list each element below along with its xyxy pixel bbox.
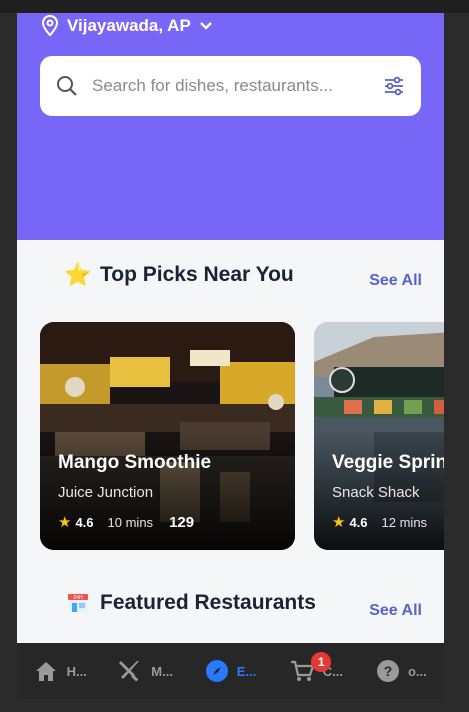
section-title: Featured Restaurants xyxy=(100,591,316,614)
nav-item-menu[interactable]: M... xyxy=(102,643,187,699)
see-all-link[interactable]: See All xyxy=(369,272,422,290)
dish-name: Veggie Spring Rolls xyxy=(332,452,444,473)
help-icon: ? xyxy=(376,660,399,682)
bottom-bar xyxy=(0,699,469,712)
location-selector[interactable]: Vijayawada, AP xyxy=(41,15,213,37)
status-bar xyxy=(0,0,469,13)
home-icon xyxy=(35,662,56,681)
star-icon: ★ xyxy=(332,514,346,531)
location-label: Vijayawada, AP xyxy=(67,16,191,35)
svg-text:24H: 24H xyxy=(73,595,83,601)
search-bar xyxy=(40,56,421,116)
nav-label: H... xyxy=(66,663,87,679)
see-all-link[interactable]: See All xyxy=(369,602,422,620)
star-icon: ★ xyxy=(58,514,72,531)
nav-label: E... xyxy=(236,663,257,679)
filter-sliders-icon[interactable] xyxy=(383,76,405,96)
compass-icon xyxy=(205,660,228,682)
top-picks-carousel[interactable]: Mango Smoothie Juice Junction ★ 4.6 10 m… xyxy=(40,322,444,550)
map-pin-icon xyxy=(41,15,59,37)
dish-name: Mango Smoothie xyxy=(58,452,212,473)
search-icon xyxy=(57,76,77,96)
nav-label: o... xyxy=(407,663,427,679)
delivery-time: 10 mins xyxy=(107,514,154,530)
food-card[interactable]: Mango Smoothie Juice Junction ★ 4.6 10 m… xyxy=(40,322,295,550)
nav-item-explore[interactable]: E... xyxy=(188,643,273,699)
card-meta: ★ 4.6 10 mins 129 xyxy=(58,513,195,532)
bottom-nav: H... M... E... 1 C... ? o... xyxy=(17,643,444,699)
price-value: 129 xyxy=(169,513,195,531)
app-screen: Vijayawada, AP ⭐ Top Picks Near You xyxy=(17,13,444,643)
section-title: Top Picks Near You xyxy=(100,263,294,286)
utensils-icon xyxy=(119,661,140,682)
hero-header: Vijayawada, AP xyxy=(17,13,444,240)
restaurant-name: Snack Shack xyxy=(332,484,420,501)
chevron-down-icon xyxy=(199,22,212,30)
svg-text:?: ? xyxy=(384,663,393,679)
delivery-time: 12 mins xyxy=(381,514,428,530)
store-icon: 24H xyxy=(65,590,91,616)
rating-value: 4.6 xyxy=(75,514,94,530)
rating-value: 4.6 xyxy=(349,514,368,530)
food-card[interactable]: Veggie Spring Rolls Snack Shack ★ 4.6 12… xyxy=(314,322,444,550)
card-meta: ★ 4.6 12 mins xyxy=(332,513,443,531)
nav-item-home[interactable]: H... xyxy=(17,643,102,699)
nav-item-cart[interactable]: 1 C... xyxy=(273,643,358,699)
top-picks-header: ⭐ Top Picks Near You See All xyxy=(17,260,444,290)
featured-header: 24H Featured Restaurants See All xyxy=(17,588,444,620)
restaurant-name: Juice Junction xyxy=(58,484,154,501)
search-input[interactable] xyxy=(92,76,383,96)
nav-item-other[interactable]: ? o... xyxy=(359,643,444,699)
star-icon: ⭐ xyxy=(64,262,92,287)
nav-label: M... xyxy=(151,663,173,679)
